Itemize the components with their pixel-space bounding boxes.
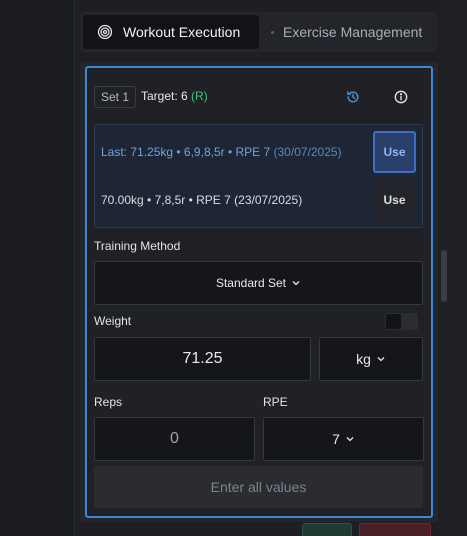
use-last-set-button[interactable]: Use — [373, 131, 416, 173]
submit-label: Enter all values — [210, 479, 307, 495]
training-method-label: Training Method — [94, 239, 181, 253]
reps-input[interactable]: 0 — [94, 417, 255, 461]
training-method-value: Standard Set — [215, 276, 287, 290]
last-set-date: (30/07/2025) — [273, 145, 342, 159]
tab-bar: Workout Execution Exercise Management — [80, 12, 438, 52]
rpe-value: 7 — [332, 431, 340, 447]
chevron-down-icon — [291, 278, 301, 288]
set-target: Target: 6 (R) — [141, 89, 208, 103]
right-gutter — [447, 0, 467, 536]
training-method-select[interactable]: Standard Set — [94, 261, 423, 305]
previous-set-date: (23/07/2025) — [234, 193, 303, 207]
info-icon[interactable] — [393, 89, 409, 105]
reps-value: 0 — [170, 430, 179, 447]
target-icon — [97, 24, 113, 40]
tab-label: Workout Execution — [123, 24, 241, 40]
toggle-knob — [386, 314, 401, 329]
left-gutter — [0, 0, 74, 536]
last-set-summary: Last: 71.25kg • 6,9,8,5r • RPE 7 — [101, 145, 271, 159]
previous-set-entry: 70.00kg • 7,8,5r • RPE 7 (23/07/2025) — [101, 193, 302, 207]
tab-dot-icon — [271, 30, 274, 34]
weight-label: Weight — [94, 314, 132, 328]
tab-exercise-management[interactable]: Exercise Management — [259, 15, 422, 49]
use-button-label: Use — [383, 145, 406, 159]
reps-label: Reps — [94, 395, 123, 409]
last-set-entry: Last: 71.25kg • 6,9,8,5r • RPE 7 (30/07/… — [101, 145, 342, 159]
chevron-down-icon — [376, 354, 386, 364]
chevron-down-icon — [345, 434, 355, 444]
set-badge-label: Set 1 — [101, 90, 130, 104]
previous-set-summary: 70.00kg • 7,8,5r • RPE 7 — [101, 193, 231, 207]
tab-label: Exercise Management — [283, 24, 423, 40]
target-type: (R) — [191, 89, 208, 103]
weight-input[interactable]: 71.25 — [94, 337, 311, 381]
weight-value: 71.25 — [182, 350, 223, 367]
use-previous-set-button[interactable]: Use — [373, 178, 416, 222]
weight-toggle[interactable] — [385, 313, 418, 330]
green-action-button-partial[interactable] — [302, 523, 352, 536]
weight-unit-select[interactable]: kg — [319, 337, 423, 381]
history-icon[interactable] — [345, 89, 361, 105]
rpe-label: RPE — [263, 395, 288, 409]
tab-workout-execution[interactable]: Workout Execution — [83, 15, 259, 49]
red-action-button-partial[interactable] — [359, 523, 431, 536]
enter-all-values-button[interactable]: Enter all values — [94, 466, 423, 508]
rpe-select[interactable]: 7 — [263, 417, 424, 461]
scrollbar-thumb[interactable] — [441, 250, 447, 302]
target-label: Target: 6 — [141, 89, 188, 103]
use-button-label: Use — [383, 193, 406, 207]
set-badge: Set 1 — [94, 86, 137, 108]
weight-unit-value: kg — [356, 351, 371, 367]
